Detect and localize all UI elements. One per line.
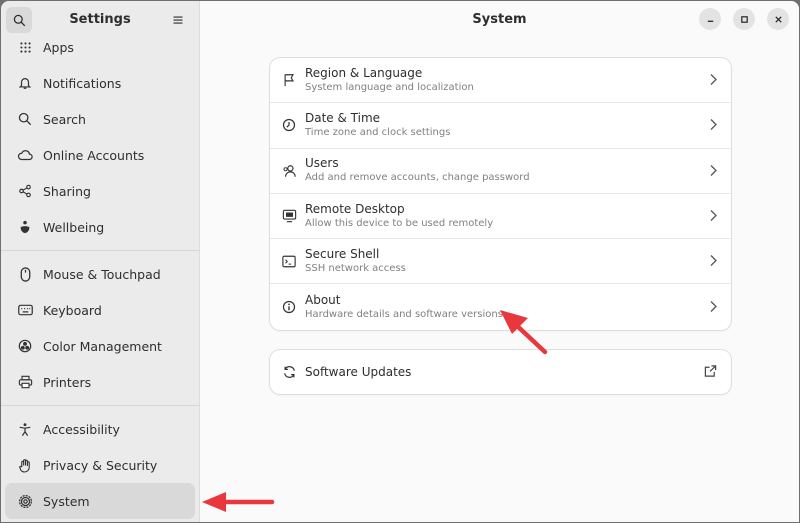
sidebar-divider [1, 405, 199, 406]
sidebar-item-label: Notifications [43, 75, 122, 91]
sidebar-item-keyboard[interactable]: Keyboard [5, 292, 195, 328]
row-title: Date & Time [305, 110, 381, 125]
sidebar-item-label: Sharing [43, 183, 91, 199]
sidebar-item-label: Online Accounts [43, 147, 145, 163]
sidebar-item-sharing[interactable]: Sharing [5, 173, 195, 209]
system-settings-list: Region & Language System language and lo… [270, 58, 731, 330]
row-subtitle: System language and localization [305, 81, 474, 93]
hand-icon [17, 457, 33, 473]
chevron-right-icon [710, 207, 717, 226]
row-title: Region & Language [305, 65, 423, 80]
row-date-time[interactable]: Date & Time Time zone and clock settings [270, 103, 731, 149]
bell-icon [17, 75, 33, 91]
gear-icon [17, 493, 33, 509]
maximize-icon [740, 15, 748, 23]
software-updates-card: Software Updates [270, 350, 731, 394]
accessibility-icon [17, 421, 33, 437]
sidebar-item-apps[interactable]: Apps [5, 39, 195, 65]
share-icon [17, 183, 33, 199]
sidebar-item-search[interactable]: Search [5, 101, 195, 137]
sidebar-item-system[interactable]: System [5, 483, 195, 519]
clock-icon [281, 117, 297, 133]
row-secure-shell[interactable]: Secure Shell SSH network access [270, 239, 731, 285]
window-controls [699, 8, 789, 30]
sidebar-item-label: Printers [43, 374, 92, 390]
settings-window: Settings Apps Notifications Search Onlin… [1, 1, 799, 522]
row-subtitle: Time zone and clock settings [305, 126, 451, 138]
sidebar-item-color-management[interactable]: Color Management [5, 328, 195, 364]
sidebar-divider [1, 250, 199, 251]
mouse-icon [17, 266, 33, 282]
flag-icon [281, 72, 297, 88]
row-users[interactable]: Users Add and remove accounts, change pa… [270, 149, 731, 194]
sidebar-item-label: Wellbeing [43, 219, 105, 235]
minimize-icon [707, 20, 713, 22]
row-title: Users [305, 156, 339, 171]
apps-grid-icon [17, 39, 33, 55]
sidebar-item-privacy-security[interactable]: Privacy & Security [5, 447, 195, 483]
color-icon [17, 338, 33, 354]
sidebar: Settings Apps Notifications Search Onlin… [1, 1, 200, 522]
chevron-right-icon [710, 161, 717, 180]
row-subtitle: Allow this device to be used remotely [305, 217, 494, 229]
sidebar-item-label: Color Management [43, 338, 162, 354]
info-icon [281, 299, 297, 315]
row-title: Secure Shell [305, 246, 380, 261]
users-icon [281, 163, 297, 179]
sidebar-item-accessibility[interactable]: Accessibility [5, 411, 195, 447]
wellbeing-icon [17, 219, 33, 235]
sidebar-item-label: Apps [43, 39, 74, 55]
minimize-button[interactable] [699, 8, 721, 30]
row-subtitle: Add and remove accounts, change password [305, 172, 530, 184]
chevron-right-icon [710, 71, 717, 90]
remote-desktop-icon [281, 208, 297, 224]
row-title: Remote Desktop [305, 201, 405, 216]
hamburger-icon [173, 16, 183, 24]
main-menu-button[interactable] [165, 7, 191, 33]
refresh-icon [281, 364, 297, 380]
row-title: About [305, 292, 341, 307]
printer-icon [17, 374, 33, 390]
sidebar-nav: Apps Notifications Search Online Account… [1, 39, 199, 522]
row-software-updates[interactable]: Software Updates [270, 350, 731, 394]
row-title: Software Updates [305, 364, 412, 379]
sidebar-item-printers[interactable]: Printers [5, 364, 195, 400]
terminal-icon [281, 253, 297, 269]
main-panel: System Region & Language System language… [200, 1, 799, 522]
row-subtitle: Hardware details and software versions [305, 308, 503, 320]
sidebar-header: Settings [1, 1, 199, 39]
sidebar-item-label: Privacy & Security [43, 457, 158, 473]
chevron-right-icon [710, 298, 717, 317]
close-button[interactable] [767, 8, 789, 30]
sidebar-item-wellbeing[interactable]: Wellbeing [5, 209, 195, 245]
row-remote-desktop[interactable]: Remote Desktop Allow this device to be u… [270, 194, 731, 240]
cloud-icon [17, 147, 33, 163]
sidebar-item-label: Keyboard [43, 302, 102, 318]
close-icon [774, 15, 782, 23]
row-region-language[interactable]: Region & Language System language and lo… [270, 58, 731, 104]
row-subtitle: SSH network access [305, 262, 406, 274]
sidebar-item-mouse-touchpad[interactable]: Mouse & Touchpad [5, 256, 195, 292]
sidebar-item-label: Search [43, 111, 86, 127]
sidebar-item-notifications[interactable]: Notifications [5, 65, 195, 101]
sidebar-item-label: System [43, 493, 90, 509]
search-icon [17, 111, 33, 127]
chevron-right-icon [710, 252, 717, 271]
keyboard-icon [17, 302, 33, 318]
external-link-icon [704, 363, 717, 382]
sidebar-item-label: Accessibility [43, 421, 120, 437]
sidebar-item-label: Mouse & Touchpad [43, 266, 161, 282]
chevron-right-icon [710, 116, 717, 135]
row-about[interactable]: About Hardware details and software vers… [270, 284, 731, 329]
sidebar-item-online-accounts[interactable]: Online Accounts [5, 137, 195, 173]
maximize-button[interactable] [733, 8, 755, 30]
